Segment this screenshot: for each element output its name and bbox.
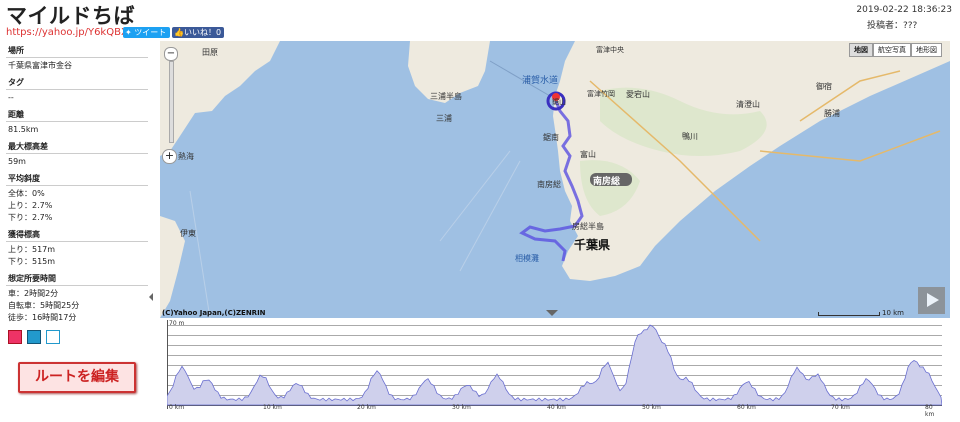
grade-down: 下り：2.7% <box>8 213 53 222</box>
time-car: 車：2時間2分 <box>8 289 59 298</box>
profile-tick-30: 30 km <box>452 404 471 411</box>
twitter-icon: ✦ <box>125 28 132 37</box>
thumbs-up-icon: 👍 <box>174 28 184 37</box>
car-mode-icon[interactable] <box>8 330 22 344</box>
time-values: 車：2時間2分 自転車：5時間25分 徒歩：16時間17分 <box>6 286 148 326</box>
collapse-map-icon[interactable] <box>546 310 558 316</box>
walk-mode-icon[interactable] <box>46 330 60 344</box>
timestamp: 2019-02-22 18:36:23 <box>856 5 952 15</box>
gain-up: 上り：517m <box>8 245 56 254</box>
elevation-profile[interactable]: 70 m 0 km 10 km 20 km 30 km 40 km 50 km … <box>167 320 942 418</box>
profile-tick-70: 70 km <box>831 404 850 411</box>
grade-up: 上り：2.7% <box>8 201 53 210</box>
location-value: 千葉県富津市金谷 <box>8 61 72 70</box>
profile-tick-0: 0 km <box>169 404 185 411</box>
profile-tick-60: 60 km <box>737 404 756 411</box>
bike-mode-icon[interactable] <box>27 330 41 344</box>
place-miura: 三浦 <box>436 114 452 123</box>
play-icon[interactable] <box>918 287 945 314</box>
place-tomiyama: 富山 <box>580 150 596 159</box>
route-title: マイルドちば <box>6 4 135 28</box>
location-label: 場所 <box>6 44 148 58</box>
tags-value: -- <box>8 93 14 102</box>
zoom-slider[interactable] <box>169 61 174 143</box>
place-channel: 浦賀水道 <box>522 76 559 86</box>
profile-tick-80: 80 km <box>925 404 935 418</box>
map-type-switcher: 地図 航空写真 地形図 <box>849 43 942 57</box>
map-type-terrain[interactable]: 地形図 <box>911 43 942 57</box>
zoom-in-button[interactable]: + <box>162 149 177 164</box>
like-label: いいね！0 <box>183 28 222 37</box>
place-ito: 伊東 <box>180 229 196 238</box>
mode-icons <box>6 330 148 344</box>
place-mt-atago: 愛宕山 <box>626 90 650 99</box>
tweet-label: ツイート <box>134 28 167 37</box>
profile-tick-40: 40 km <box>547 404 566 411</box>
gain-down: 下り：515m <box>8 257 56 266</box>
place-minamiboso-city: 南房総 <box>537 180 561 189</box>
place-mt-nokogiri: 鋸山 <box>552 98 566 106</box>
place-kamogawa: 鴨川 <box>682 132 698 141</box>
time-label: 想定所要時間 <box>6 272 148 286</box>
profile-tick-10: 10 km <box>263 404 282 411</box>
region-badge: 南房総 <box>593 177 621 187</box>
place-miura-peninsula: 三浦半島 <box>430 92 462 101</box>
short-url-link[interactable]: https://yahoo.jp/Y6kQBX <box>6 27 128 38</box>
grade-values: 全体：0% 上り：2.7% 下り：2.7% <box>6 186 148 226</box>
collapse-sidebar-icon[interactable] <box>149 293 153 301</box>
place-onjuku: 御宿 <box>816 82 832 91</box>
tags-label: タグ <box>6 76 148 90</box>
route-map[interactable]: 南房総 田原 三浦半島 三浦 浦賀水道 富津中央 富津竹岡 鋸南 富山 南房総 … <box>160 41 950 318</box>
tweet-button[interactable]: ✦ ツイート <box>123 27 170 38</box>
zoom-out-button[interactable]: − <box>164 47 178 61</box>
place-kyonan: 鋸南 <box>543 133 559 142</box>
place-odawara: 田原 <box>202 48 218 57</box>
gain-label: 獲得標高 <box>6 228 148 242</box>
place-kiyosumi: 清澄山 <box>736 100 760 109</box>
place-futtsu-chuo: 富津中央 <box>596 46 624 54</box>
map-type-map[interactable]: 地図 <box>849 43 873 57</box>
place-boso-peninsula: 房総半島 <box>572 222 604 231</box>
edit-route-button[interactable]: ルートを編集 <box>18 362 136 393</box>
map-type-aerial[interactable]: 航空写真 <box>873 43 911 57</box>
author: 投稿者：??? <box>867 21 918 31</box>
grade-label: 平均斜度 <box>6 172 148 186</box>
place-chiba: 千葉県 <box>574 238 611 252</box>
map-copyright: (C)Yahoo Japan,(C)ZENRIN <box>162 309 266 317</box>
max-elevation-value: 59m <box>8 157 26 166</box>
distance-value: 81.5km <box>8 125 39 134</box>
profile-tick-50: 50 km <box>642 404 661 411</box>
max-elevation-label: 最大標高差 <box>6 140 148 154</box>
time-walk: 徒歩：16時間17分 <box>8 313 77 322</box>
place-atami: 熱海 <box>178 152 194 161</box>
place-futtsu-takeoka: 富津竹岡 <box>587 90 615 98</box>
profile-chart <box>167 324 942 406</box>
distance-label: 距離 <box>6 108 148 122</box>
place-sagami: 相模灘 <box>515 254 539 263</box>
grade-total: 全体：0% <box>8 189 45 198</box>
like-button[interactable]: 👍いいね！0 <box>172 27 224 38</box>
route-info-sidebar: 場所 千葉県富津市金谷 タグ -- 距離 81.5km 最大標高差 59m 平均… <box>6 42 148 344</box>
scale-bar <box>818 312 880 316</box>
place-katsuura: 勝浦 <box>824 109 840 118</box>
gain-values: 上り：517m 下り：515m <box>6 242 148 270</box>
scale-label: 10 km <box>882 309 905 317</box>
time-bike: 自転車：5時間25分 <box>8 301 80 310</box>
profile-tick-20: 20 km <box>357 404 376 411</box>
